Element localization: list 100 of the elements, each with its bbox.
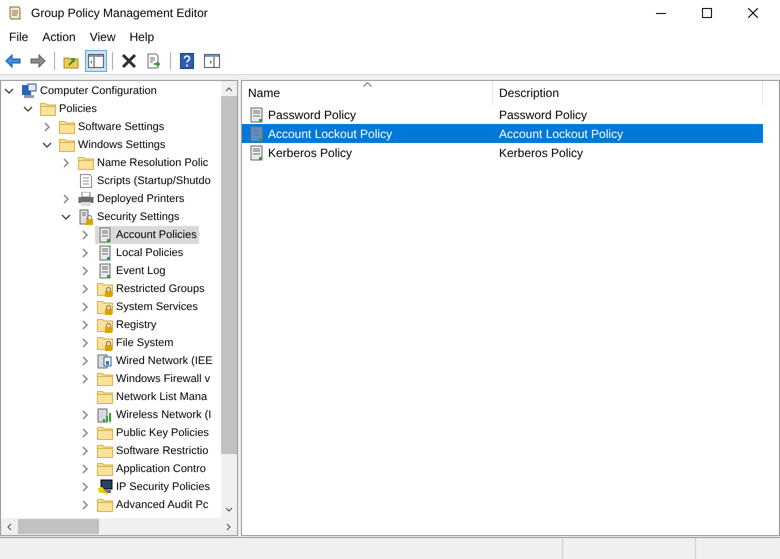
tree-item[interactable]: Software Restrictio: [95, 442, 210, 460]
expand-chevron-icon[interactable]: [80, 464, 90, 474]
folder-icon: [97, 462, 113, 476]
tree-button[interactable]: [85, 50, 107, 72]
scroll-right-icon[interactable]: [226, 522, 232, 530]
collapse-chevron-icon[interactable]: [42, 140, 52, 150]
list-row[interactable]: Password Policy Password Policy: [242, 105, 763, 124]
expand-chevron-icon[interactable]: [80, 338, 90, 348]
list-row[interactable]: Kerberos Policy Kerberos Policy: [242, 143, 763, 162]
expand-chevron-icon[interactable]: [80, 410, 90, 420]
tree-item[interactable]: Application Contro: [95, 460, 208, 478]
tree-item[interactable]: Deployed Printers: [76, 190, 186, 208]
computer-icon: [21, 83, 37, 99]
locked-folder-icon: [97, 317, 113, 333]
locked-folder-icon: [97, 299, 113, 315]
expand-chevron-icon[interactable]: [80, 230, 90, 240]
column-header[interactable]: Name: [242, 81, 493, 105]
pane-icon: [204, 54, 220, 68]
policy-name: Account Lockout Policy: [268, 126, 392, 140]
scroll-left-icon[interactable]: [6, 522, 12, 530]
tree-item[interactable]: Event Log: [95, 262, 168, 280]
monitor-key-icon: [97, 479, 113, 495]
expand-chevron-icon[interactable]: [80, 500, 90, 510]
vertical-scrollbar[interactable]: [221, 81, 237, 518]
menu-item[interactable]: Action: [35, 30, 83, 44]
menu-item[interactable]: View: [82, 30, 122, 44]
locked-folder-icon: [97, 281, 113, 297]
folder-icon: [78, 156, 94, 170]
scroll-down-icon[interactable]: [225, 507, 233, 513]
tree-item[interactable]: Computer Configuration: [19, 82, 159, 100]
folder-icon: [59, 138, 75, 152]
tree-item[interactable]: Windows Settings: [57, 136, 168, 154]
left-arrow-icon: [5, 54, 21, 68]
server-icon: [249, 106, 265, 122]
folder-icon: [97, 444, 113, 458]
menu-item[interactable]: Help: [122, 30, 162, 44]
expand-chevron-icon[interactable]: [80, 284, 90, 294]
tree-item[interactable]: Public Key Policies: [95, 424, 211, 442]
expand-chevron-icon[interactable]: [80, 374, 90, 384]
expand-chevron-icon[interactable]: [80, 446, 90, 456]
expand-chevron-icon[interactable]: [80, 248, 90, 258]
folder-icon: [59, 120, 75, 134]
tree-item[interactable]: Security Settings: [76, 208, 182, 226]
help-icon: [180, 53, 194, 69]
expand-chevron-icon[interactable]: [80, 320, 90, 330]
tree-item[interactable]: System Services: [95, 298, 200, 316]
expand-chevron-icon[interactable]: [80, 356, 90, 366]
folder-icon: [40, 102, 56, 116]
maximize-icon[interactable]: [702, 8, 712, 18]
network-icon: [97, 353, 113, 369]
collapse-chevron-icon[interactable]: [4, 86, 14, 96]
window-title: Group Policy Management Editor: [31, 6, 208, 20]
policy-name: Kerberos Policy: [268, 146, 352, 160]
folder-icon: [97, 390, 113, 404]
delete-icon: [121, 53, 137, 69]
expand-chevron-icon[interactable]: [80, 302, 90, 312]
export-list-icon: [146, 53, 162, 69]
expand-chevron-icon[interactable]: [61, 194, 71, 204]
server-lock-icon: [78, 209, 94, 225]
scroll-up-icon[interactable]: [225, 86, 233, 92]
tree-item[interactable]: Name Resolution Polic: [76, 154, 210, 172]
expand-chevron-icon[interactable]: [42, 122, 52, 132]
tree-item[interactable]: Local Policies: [95, 244, 186, 262]
tree-item[interactable]: Wired Network (IEE: [95, 352, 215, 370]
tree-item[interactable]: Advanced Audit Pc: [95, 496, 210, 514]
tree-item[interactable]: Policies: [38, 100, 99, 118]
tree-item[interactable]: Wireless Network (I: [95, 406, 214, 424]
tree-item[interactable]: Windows Firewall v: [95, 370, 212, 388]
tree-item[interactable]: Network List Mana: [95, 388, 210, 406]
server-icon: [249, 144, 265, 160]
expand-chevron-icon[interactable]: [80, 428, 90, 438]
tree-item[interactable]: Scripts (Startup/Shutdo: [76, 172, 213, 190]
pane-icon: [88, 54, 104, 68]
expand-chevron-icon[interactable]: [80, 482, 90, 492]
list-row[interactable]: Account Lockout Policy Account Lockout Policy: [242, 124, 763, 143]
expand-chevron-icon[interactable]: [61, 158, 71, 168]
server-icon: [97, 263, 113, 279]
folder-icon: [97, 498, 113, 512]
policy-name: Password Policy: [268, 108, 356, 122]
close-icon[interactable]: [748, 8, 758, 18]
folder-icon: [97, 372, 113, 386]
tree-item[interactable]: IP Security Policies: [95, 478, 212, 496]
app-icon: [7, 5, 23, 21]
tree-item[interactable]: Account Policies: [95, 226, 199, 244]
horizontal-scrollbar[interactable]: [1, 518, 237, 535]
folder-icon: [97, 426, 113, 440]
collapse-chevron-icon[interactable]: [23, 104, 33, 114]
menu-item[interactable]: File: [2, 30, 36, 44]
policy-description: Password Policy: [499, 108, 588, 122]
collapse-chevron-icon[interactable]: [61, 212, 71, 222]
tree-item[interactable]: Registry: [95, 316, 158, 334]
expand-chevron-icon[interactable]: [80, 266, 90, 276]
printer-icon: [78, 192, 94, 206]
tree-item[interactable]: Restricted Groups: [95, 280, 207, 298]
server-icon: [97, 245, 113, 261]
tree-item[interactable]: File System: [95, 334, 176, 352]
policy-description: Account Lockout Policy: [499, 126, 624, 140]
column-header[interactable]: Description: [493, 81, 763, 105]
tree-item[interactable]: Software Settings: [57, 118, 166, 136]
server-icon: [249, 126, 265, 142]
